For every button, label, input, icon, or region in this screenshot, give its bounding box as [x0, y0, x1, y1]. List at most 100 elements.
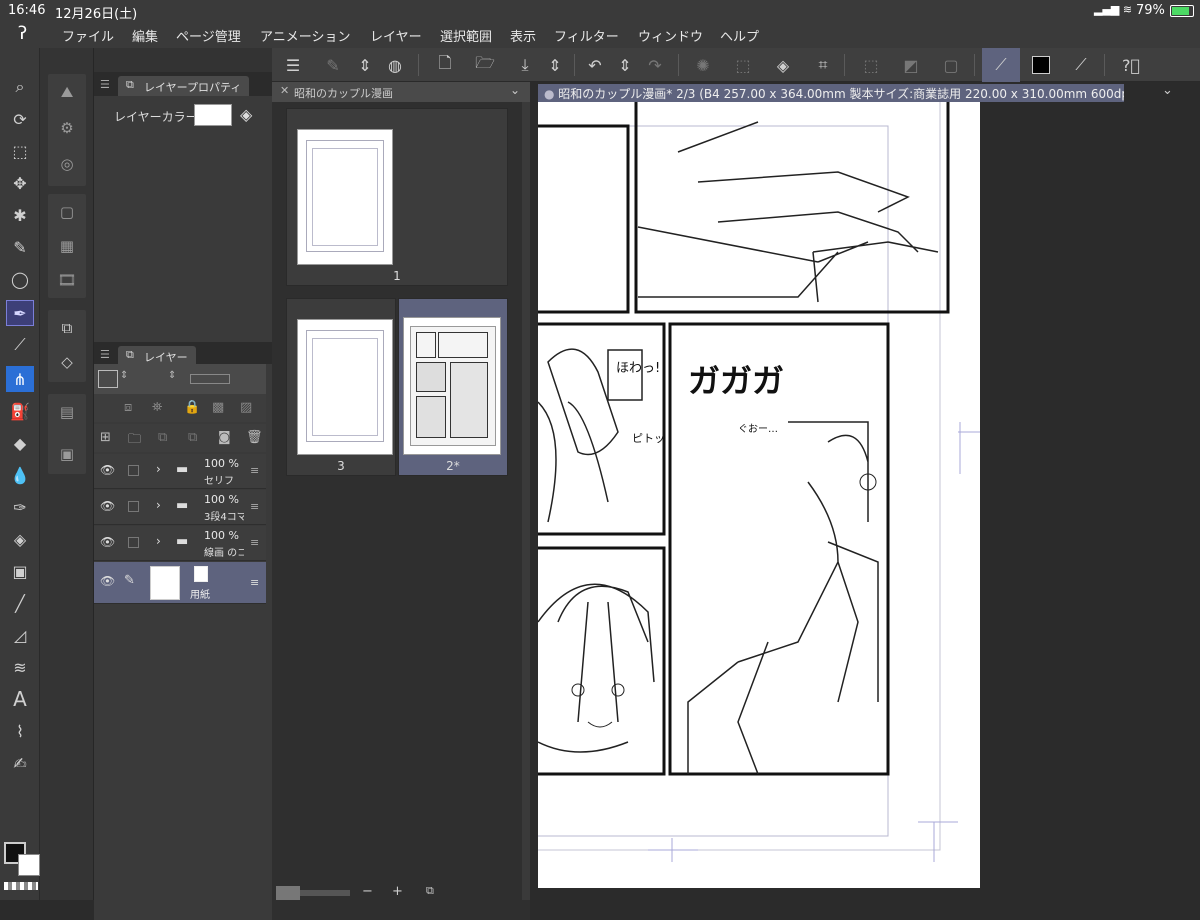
layer-icon[interactable]: ◇	[52, 348, 82, 376]
menu-window[interactable]: ウィンドウ	[638, 26, 703, 45]
frame-icon[interactable]: ◿	[6, 622, 34, 648]
timeline-icon[interactable]: 🎞	[52, 266, 82, 294]
object-icon[interactable]: ⬚	[6, 138, 34, 164]
thumbnail-size-small[interactable]	[276, 886, 300, 900]
brush-icon[interactable]: ⋔	[6, 366, 34, 392]
color-black-button[interactable]	[1028, 53, 1054, 77]
thumbnail-size-slider[interactable]	[300, 890, 350, 896]
visibility-eye-icon[interactable]: 👁	[100, 574, 115, 588]
layer-row-selected[interactable]: 👁 ✎ 用紙 ≡	[94, 562, 266, 604]
magnifier-icon[interactable]: ⌕	[6, 74, 34, 100]
chevron-down-icon[interactable]: ⌄	[510, 83, 520, 97]
layer-effect-icon[interactable]: ⚙	[52, 114, 82, 142]
fill-icon[interactable]: ◈	[6, 526, 34, 552]
marker-icon[interactable]: ✎	[6, 234, 34, 260]
menu-layer[interactable]: レイヤー	[370, 26, 422, 45]
page-card-selected[interactable]: 2*	[398, 298, 508, 476]
menu-filter[interactable]: フィルター	[554, 26, 619, 45]
loading-icon[interactable]: ✺	[690, 53, 716, 77]
pen-settings-icon[interactable]: ✎	[320, 53, 346, 77]
correction-icon[interactable]: ✍	[6, 750, 34, 776]
fountain-pen-icon[interactable]: ✑	[6, 494, 34, 520]
layer-menu-icon[interactable]: ≡	[250, 536, 259, 549]
menu-page-management[interactable]: ページ管理	[176, 26, 241, 45]
auto-select-icon[interactable]: ✱	[6, 202, 34, 228]
app-logo-icon[interactable]: ʔ	[18, 23, 27, 44]
history-icon[interactable]: ▤	[52, 398, 82, 426]
layer-stack-icon[interactable]: ⧉	[52, 314, 82, 342]
sub-color-swatch[interactable]	[18, 854, 40, 876]
layer-color-swatch[interactable]	[194, 104, 232, 126]
navigator-icon[interactable]: ▢	[52, 198, 82, 226]
layer-checkbox[interactable]	[128, 465, 139, 476]
history-stepper-icon[interactable]: ⇕	[612, 53, 638, 77]
help-icon[interactable]: ?⃝	[1118, 53, 1144, 77]
merge-icon[interactable]: ⧉	[188, 430, 197, 445]
mask-icon[interactable]: ▨	[240, 400, 252, 415]
panel-menu-icon[interactable]: ☰	[100, 78, 110, 91]
transform-icon[interactable]: ⌗	[810, 53, 836, 77]
blend-icon[interactable]: 💧	[6, 462, 34, 488]
transfer-icon[interactable]: ⧉	[158, 430, 167, 445]
layer-settings-icon[interactable]: ◎	[52, 150, 82, 178]
new-file-icon[interactable]: 🗋	[432, 53, 458, 77]
layer-row[interactable]: 👁 › ▬ 100 % 線画 のコ ≡	[94, 526, 266, 561]
balloon-icon[interactable]: ⌇	[6, 718, 34, 744]
hamburger-menu-icon[interactable]: ☰	[280, 53, 306, 77]
opacity-stepper-icon[interactable]: ⇕	[168, 370, 176, 381]
move-layer-icon[interactable]: ⟳	[6, 106, 34, 132]
new-folder-icon[interactable]: 🗀	[128, 430, 141, 452]
auto-action-icon[interactable]: ▣	[52, 440, 82, 468]
airbrush-icon[interactable]: ⛽	[6, 398, 34, 424]
clear-icon[interactable]: ▢	[938, 53, 964, 77]
menu-view[interactable]: 表示	[510, 26, 536, 45]
transparent-color-swatch[interactable]	[4, 882, 38, 890]
layer-property-tab[interactable]: レイヤープロパティ	[118, 76, 250, 98]
fill-bucket-icon[interactable]: ◈	[240, 105, 252, 124]
lock-alpha-icon[interactable]: ▩	[212, 400, 224, 415]
invert-selection-icon[interactable]: ◩	[898, 53, 924, 77]
undo-icon[interactable]: ↶	[582, 53, 608, 77]
expand-chevron-icon[interactable]: ›	[156, 498, 161, 512]
mask-layer-icon[interactable]: ◙	[218, 430, 231, 445]
stepper-icon[interactable]: ⇕	[352, 53, 378, 77]
layer-checkbox[interactable]	[128, 537, 139, 548]
new-layer-icon[interactable]: ⊞	[100, 430, 111, 445]
redo-icon[interactable]: ↷	[642, 53, 668, 77]
trash-icon[interactable]: 🗑	[246, 430, 263, 445]
expand-chevron-icon[interactable]: ›	[156, 462, 161, 476]
zoom-in-button[interactable]: +	[392, 884, 403, 899]
page-manager-scrollbar[interactable]	[522, 102, 530, 900]
page-manager-tab-title[interactable]: 昭和のカップル漫画	[294, 85, 393, 101]
opacity-slider[interactable]	[190, 374, 230, 384]
page-card[interactable]: 1	[286, 108, 508, 286]
menu-animation[interactable]: アニメーション	[260, 26, 350, 45]
clip-icon[interactable]: ⧈	[124, 400, 132, 415]
visibility-eye-icon[interactable]: 👁	[100, 499, 115, 513]
visibility-eye-icon[interactable]: 👁	[100, 463, 115, 477]
menu-edit[interactable]: 編集	[132, 26, 158, 45]
pen-icon[interactable]: ✒	[6, 300, 34, 326]
visibility-eye-icon[interactable]: 👁	[100, 535, 115, 549]
document-tab[interactable]: ● 昭和のカップル漫画* 2/3 (B4 257.00 x 364.00mm 製…	[538, 84, 1124, 102]
material-icon[interactable]: ▦	[52, 232, 82, 260]
menu-help[interactable]: ヘルプ	[720, 26, 759, 45]
eyedropper-icon[interactable]: ⟋	[6, 332, 34, 358]
layer-checkbox[interactable]	[128, 501, 139, 512]
deselect-icon[interactable]: ⬚	[858, 53, 884, 77]
menu-file[interactable]: ファイル	[62, 26, 114, 45]
select-all-icon[interactable]: ⬚	[730, 53, 756, 77]
open-file-icon[interactable]: 🗁	[472, 53, 498, 77]
page-layout-icon[interactable]: ⧉	[426, 884, 434, 898]
fill-selection-icon[interactable]: ◈	[770, 53, 796, 77]
layer-menu-icon[interactable]: ≡	[250, 464, 259, 477]
move-icon[interactable]: ✥	[6, 170, 34, 196]
eraser-icon[interactable]: ◆	[6, 430, 34, 456]
layer-row[interactable]: 👁 › ▬ 100 % 3段4コマ ≡	[94, 490, 266, 525]
smart-stroke-icon[interactable]: ◍	[382, 53, 408, 77]
layer-menu-icon[interactable]: ≡	[250, 576, 259, 589]
menu-selection[interactable]: 選択範囲	[440, 26, 492, 45]
lock-icon[interactable]: 🔒	[184, 400, 200, 415]
reference-icon[interactable]: ⛯	[152, 400, 162, 415]
layer-row[interactable]: 👁 › ▬ 100 % セリフ ≡	[94, 454, 266, 489]
